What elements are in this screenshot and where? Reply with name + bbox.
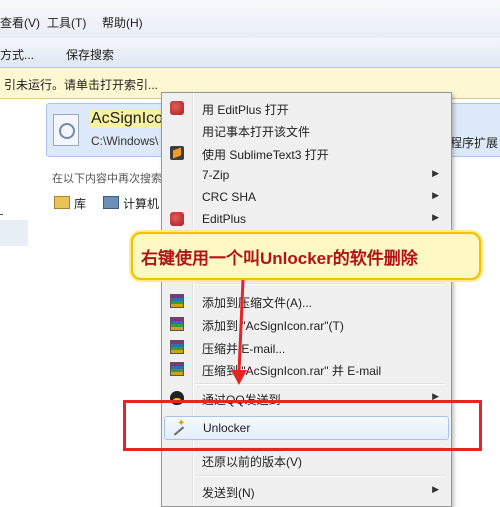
save-search-button[interactable]: 保存搜索 <box>66 46 114 63</box>
menu-separator <box>195 383 445 385</box>
menu-item-open-sublime[interactable]: 使用 SublimeText3 打开 <box>164 142 447 164</box>
search-again-label: 在以下内容中再次搜索: <box>52 173 166 185</box>
menu-item-editplus[interactable]: EditPlus ▶ <box>164 208 447 230</box>
annotation-text: 右键使用一个叫Unlocker的软件删除 <box>141 249 418 268</box>
menu-item-crc-sha[interactable]: CRC SHA ▶ <box>164 186 447 208</box>
menu-item-label: CRC SHA <box>202 190 257 204</box>
editplus-icon <box>170 212 184 226</box>
winrar-icon <box>170 317 184 331</box>
library-label: 库 <box>74 197 87 211</box>
submenu-arrow-icon: ▶ <box>432 484 439 494</box>
sublime-icon <box>170 146 184 160</box>
file-type: 程序扩展 <box>450 136 499 150</box>
organize-button[interactable]: 方式... <box>0 46 34 63</box>
menu-separator <box>195 283 445 285</box>
menu-item-label: 发送到(N) <box>202 486 255 500</box>
menu-bar: 查看(V) 工具(T) 帮助(H) <box>0 0 500 39</box>
menu-tools[interactable]: 工具(T) <box>47 14 86 31</box>
nav-pane-marker <box>0 214 3 215</box>
nav-pane-selection[interactable] <box>0 220 28 246</box>
menu-item-label: 添加到压缩文件(A)... <box>202 296 312 310</box>
menu-item-label: 用记事本打开该文件 <box>202 125 311 139</box>
toolbar: 方式... 保存搜索 <box>0 38 500 68</box>
editplus-icon <box>170 101 184 115</box>
winrar-icon <box>170 362 184 376</box>
menu-item-compress-rar-email[interactable]: 压缩到 "AcSignIcon.rar" 并 E-mail <box>164 358 447 380</box>
computer-label: 计算机 <box>123 197 160 211</box>
computer-icon <box>103 196 119 209</box>
file-icon <box>53 114 79 146</box>
menu-view[interactable]: 查看(V) <box>0 14 40 31</box>
menu-item-add-to-rar[interactable]: 添加到 "AcSignIcon.rar"(T) <box>164 313 447 335</box>
menu-item-send-to[interactable]: 发送到(N) ▶ <box>164 480 447 502</box>
file-path: C:\Windows\ <box>91 134 159 148</box>
menu-item-label: 还原以前的版本(V) <box>202 455 302 469</box>
submenu-arrow-icon: ▶ <box>432 168 439 178</box>
search-location-computer[interactable]: 计算机 <box>103 195 159 212</box>
menu-item-label: 压缩到 "AcSignIcon.rar" 并 E-mail <box>202 364 382 378</box>
annotation-callout: 右键使用一个叫Unlocker的软件删除 <box>131 232 481 280</box>
info-bar-text: 引未运行。请单击打开索引... <box>4 78 159 92</box>
menu-item-label: EditPlus <box>202 212 247 226</box>
submenu-arrow-icon: ▶ <box>432 212 439 222</box>
menu-separator <box>195 475 445 477</box>
menu-item-label: 压缩并 E-mail... <box>202 342 286 356</box>
winrar-icon <box>170 294 184 308</box>
menu-item-label: 添加到 "AcSignIcon.rar"(T) <box>202 319 344 333</box>
winrar-icon <box>170 340 184 354</box>
menu-item-label: 7-Zip <box>202 168 230 182</box>
menu-item-label: 使用 SublimeText3 打开 <box>202 148 329 162</box>
menu-item-add-to-archive[interactable]: 添加到压缩文件(A)... <box>164 290 447 312</box>
menu-item-open-notepad[interactable]: 用记事本打开该文件 <box>164 119 447 141</box>
annotation-highlight-box <box>123 400 482 451</box>
menu-item-restore-versions[interactable]: 还原以前的版本(V) <box>164 449 447 471</box>
menu-item-compress-email[interactable]: 压缩并 E-mail... <box>164 336 447 358</box>
library-icon <box>54 196 70 209</box>
menu-help[interactable]: 帮助(H) <box>102 14 143 31</box>
menu-item-7zip[interactable]: 7-Zip ▶ <box>164 164 447 186</box>
search-location-libraries[interactable]: 库 <box>54 195 86 212</box>
submenu-arrow-icon: ▶ <box>432 190 439 200</box>
menu-item-label: 用 EditPlus 打开 <box>202 103 289 117</box>
menu-item-open-editplus[interactable]: 用 EditPlus 打开 <box>164 97 447 119</box>
